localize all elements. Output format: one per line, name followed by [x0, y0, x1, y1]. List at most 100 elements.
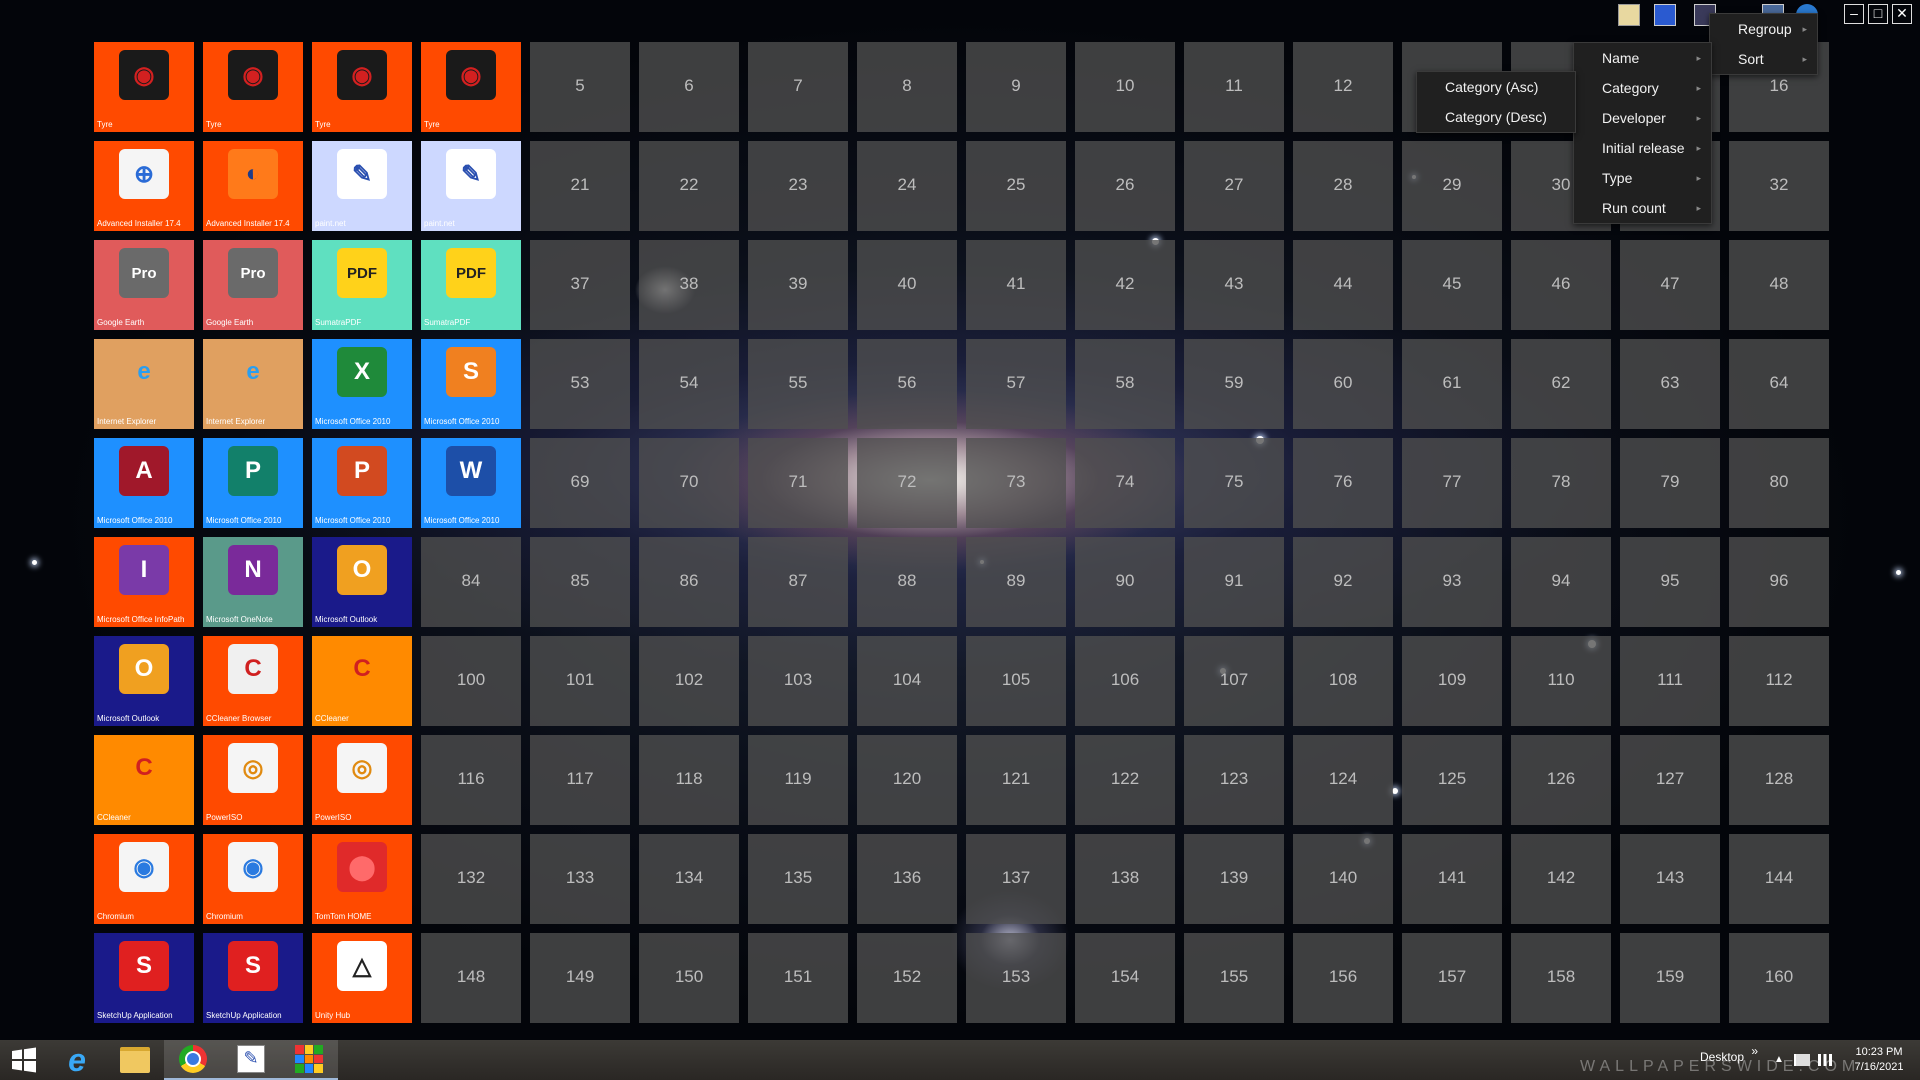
- flag-icon[interactable]: [1794, 1054, 1810, 1066]
- empty-tile-slot[interactable]: 86: [639, 537, 739, 627]
- empty-tile-slot[interactable]: 74: [1075, 438, 1175, 528]
- empty-tile-slot[interactable]: 105: [966, 636, 1066, 726]
- empty-tile-slot[interactable]: 136: [857, 834, 957, 924]
- app-tile[interactable]: C CCleaner Browser: [203, 636, 303, 726]
- empty-tile-slot[interactable]: 71: [748, 438, 848, 528]
- empty-tile-slot[interactable]: 28: [1293, 141, 1393, 231]
- empty-tile-slot[interactable]: 142: [1511, 834, 1611, 924]
- app-tile[interactable]: ◉ Chromium: [94, 834, 194, 924]
- empty-tile-slot[interactable]: 124: [1293, 735, 1393, 825]
- empty-tile-slot[interactable]: 103: [748, 636, 848, 726]
- empty-tile-slot[interactable]: 91: [1184, 537, 1284, 627]
- empty-tile-slot[interactable]: 121: [966, 735, 1066, 825]
- app-tile[interactable]: A Microsoft Office 2010: [94, 438, 194, 528]
- app-tile[interactable]: S Microsoft Office 2010: [421, 339, 521, 429]
- empty-tile-slot[interactable]: 154: [1075, 933, 1175, 1023]
- app-tile[interactable]: I Microsoft Office InfoPath: [94, 537, 194, 627]
- app-tile[interactable]: Pro Google Earth: [203, 240, 303, 330]
- empty-tile-slot[interactable]: 41: [966, 240, 1066, 330]
- empty-tile-slot[interactable]: 93: [1402, 537, 1502, 627]
- empty-tile-slot[interactable]: 5: [530, 42, 630, 132]
- app-tile[interactable]: O Microsoft Outlook: [94, 636, 194, 726]
- empty-tile-slot[interactable]: 107: [1184, 636, 1284, 726]
- empty-tile-slot[interactable]: 12: [1293, 42, 1393, 132]
- empty-tile-slot[interactable]: 88: [857, 537, 957, 627]
- app-tile[interactable]: S SketchUp Application: [94, 933, 194, 1023]
- empty-tile-slot[interactable]: 148: [421, 933, 521, 1023]
- empty-tile-slot[interactable]: 111: [1620, 636, 1720, 726]
- empty-tile-slot[interactable]: 44: [1293, 240, 1393, 330]
- empty-tile-slot[interactable]: 92: [1293, 537, 1393, 627]
- taskbar-internet-explorer[interactable]: e: [48, 1040, 106, 1080]
- app-tile[interactable]: C CCleaner: [312, 636, 412, 726]
- empty-tile-slot[interactable]: 78: [1511, 438, 1611, 528]
- app-tile[interactable]: ◉ Chromium: [203, 834, 303, 924]
- order-option-category-desc-[interactable]: Category (Desc): [1417, 102, 1575, 132]
- empty-tile-slot[interactable]: 59: [1184, 339, 1284, 429]
- sort-option-category[interactable]: Category ▸: [1574, 73, 1711, 103]
- empty-tile-slot[interactable]: 110: [1511, 636, 1611, 726]
- app-tile[interactable]: ◉ Tyre: [94, 42, 194, 132]
- sort-option-initial-release[interactable]: Initial release ▸: [1574, 133, 1711, 163]
- empty-tile-slot[interactable]: 75: [1184, 438, 1284, 528]
- empty-tile-slot[interactable]: 9: [966, 42, 1066, 132]
- app-tile[interactable]: X Microsoft Office 2010: [312, 339, 412, 429]
- empty-tile-slot[interactable]: 84: [421, 537, 521, 627]
- empty-tile-slot[interactable]: 95: [1620, 537, 1720, 627]
- empty-tile-slot[interactable]: 6: [639, 42, 739, 132]
- empty-tile-slot[interactable]: 8: [857, 42, 957, 132]
- signal-icon[interactable]: [1818, 1054, 1832, 1066]
- empty-tile-slot[interactable]: 79: [1620, 438, 1720, 528]
- app-tile[interactable]: △ Unity Hub: [312, 933, 412, 1023]
- sort-option-name[interactable]: Name ▸: [1574, 43, 1711, 73]
- app-tile[interactable]: ◉ Tyre: [203, 42, 303, 132]
- empty-tile-slot[interactable]: 127: [1620, 735, 1720, 825]
- empty-tile-slot[interactable]: 102: [639, 636, 739, 726]
- empty-tile-slot[interactable]: 7: [748, 42, 848, 132]
- empty-tile-slot[interactable]: 58: [1075, 339, 1175, 429]
- empty-tile-slot[interactable]: 54: [639, 339, 739, 429]
- empty-tile-slot[interactable]: 150: [639, 933, 739, 1023]
- empty-tile-slot[interactable]: 76: [1293, 438, 1393, 528]
- empty-tile-slot[interactable]: 153: [966, 933, 1066, 1023]
- empty-tile-slot[interactable]: 38: [639, 240, 739, 330]
- taskbar-tile-launcher[interactable]: [280, 1040, 338, 1080]
- empty-tile-slot[interactable]: 29: [1402, 141, 1502, 231]
- empty-tile-slot[interactable]: 143: [1620, 834, 1720, 924]
- empty-tile-slot[interactable]: 46: [1511, 240, 1611, 330]
- empty-tile-slot[interactable]: 87: [748, 537, 848, 627]
- empty-tile-slot[interactable]: 125: [1402, 735, 1502, 825]
- empty-tile-slot[interactable]: 157: [1402, 933, 1502, 1023]
- empty-tile-slot[interactable]: 151: [748, 933, 848, 1023]
- app-tile[interactable]: S SketchUp Application: [203, 933, 303, 1023]
- close-button[interactable]: ✕: [1892, 4, 1912, 24]
- tray-up-arrow-icon[interactable]: ▲: [1774, 1054, 1784, 1065]
- maximize-button[interactable]: □: [1868, 4, 1888, 24]
- empty-tile-slot[interactable]: 27: [1184, 141, 1284, 231]
- app-tile[interactable]: e Internet Explorer: [94, 339, 194, 429]
- app-tile[interactable]: ✎ paint.net: [312, 141, 412, 231]
- app-tile[interactable]: ⬤ TomTom HOME: [312, 834, 412, 924]
- menu-item-sort[interactable]: Sort ▸: [1710, 44, 1817, 74]
- app-tile[interactable]: ◉ Tyre: [312, 42, 412, 132]
- app-tile[interactable]: C CCleaner: [94, 735, 194, 825]
- app-tile[interactable]: O Microsoft Outlook: [312, 537, 412, 627]
- empty-tile-slot[interactable]: 156: [1293, 933, 1393, 1023]
- empty-tile-slot[interactable]: 47: [1620, 240, 1720, 330]
- empty-tile-slot[interactable]: 100: [421, 636, 521, 726]
- menu-item-regroup[interactable]: Regroup ▸: [1710, 14, 1817, 44]
- empty-tile-slot[interactable]: 45: [1402, 240, 1502, 330]
- empty-tile-slot[interactable]: 112: [1729, 636, 1829, 726]
- empty-tile-slot[interactable]: 109: [1402, 636, 1502, 726]
- app-tile[interactable]: P Microsoft Office 2010: [203, 438, 303, 528]
- taskbar-file-explorer[interactable]: [106, 1040, 164, 1080]
- empty-tile-slot[interactable]: 10: [1075, 42, 1175, 132]
- empty-tile-slot[interactable]: 159: [1620, 933, 1720, 1023]
- empty-tile-slot[interactable]: 73: [966, 438, 1066, 528]
- empty-tile-slot[interactable]: 139: [1184, 834, 1284, 924]
- empty-tile-slot[interactable]: 37: [530, 240, 630, 330]
- taskbar-chrome[interactable]: [164, 1040, 222, 1080]
- empty-tile-slot[interactable]: 55: [748, 339, 848, 429]
- empty-tile-slot[interactable]: 21: [530, 141, 630, 231]
- empty-tile-slot[interactable]: 22: [639, 141, 739, 231]
